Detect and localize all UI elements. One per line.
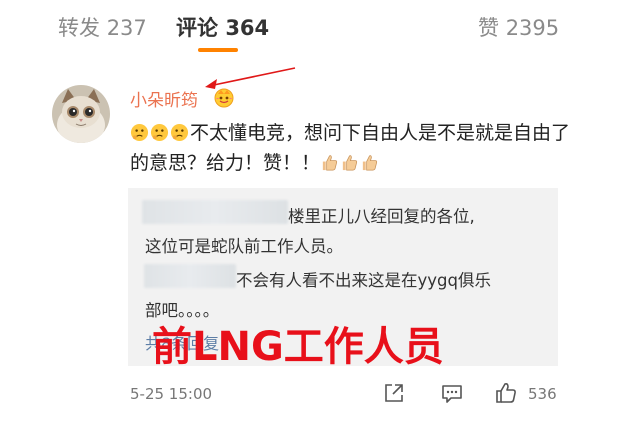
tab-repost-count: 237 xyxy=(106,16,147,40)
tab-repost-label: 转发 xyxy=(58,16,100,40)
thumbs-up-emoji-icon xyxy=(342,155,358,171)
annotation-arrow xyxy=(205,67,296,89)
blurred-username xyxy=(142,200,288,224)
comment-timestamp: 5-25 15:00 xyxy=(130,385,213,403)
tab-repost[interactable]: 转发 237 xyxy=(58,12,147,42)
overlay-caption: 前LNG工作人员 xyxy=(152,324,444,370)
thumbs-up-emoji-icon xyxy=(322,155,338,171)
tab-bar: 转发 237 评论 364 赞 2395 xyxy=(0,0,630,56)
tab-comment-label: 评论 xyxy=(176,16,218,40)
comment-body: 不太懂电竞，想问下自由人是不是就是自由了的意思？给力！赞！！ xyxy=(130,118,570,178)
thinking-emoji-icon xyxy=(150,123,169,142)
tab-comment-count: 364 xyxy=(225,16,270,40)
thumbs-up-icon[interactable] xyxy=(494,381,518,405)
comment-username[interactable]: 小朵昕筠 xyxy=(130,86,198,111)
avatar[interactable] xyxy=(52,85,110,143)
thumbs-up-emoji-icon xyxy=(362,155,378,171)
tab-like-count: 2395 xyxy=(505,16,560,40)
blurred-username xyxy=(144,264,236,288)
share-icon[interactable] xyxy=(382,381,406,405)
thinking-emoji-icon xyxy=(130,123,149,142)
thinking-emoji-icon xyxy=(170,123,189,142)
like-count: 536 xyxy=(528,385,557,403)
tab-comment[interactable]: 评论 364 xyxy=(176,12,269,42)
tab-like[interactable]: 赞 2395 xyxy=(478,12,559,42)
quoted-reply-line: 这位可是蛇队前工作人员。 xyxy=(145,237,343,256)
cat-avatar-icon xyxy=(52,85,110,143)
quoted-reply-line: 不会有人看不出来这是在yygq俱乐 xyxy=(236,271,491,290)
comment-icon[interactable] xyxy=(440,381,464,405)
tab-like-label: 赞 xyxy=(478,16,499,40)
quoted-reply-line: 楼里正儿八经回复的各位, xyxy=(288,207,475,226)
active-tab-indicator xyxy=(198,48,238,52)
